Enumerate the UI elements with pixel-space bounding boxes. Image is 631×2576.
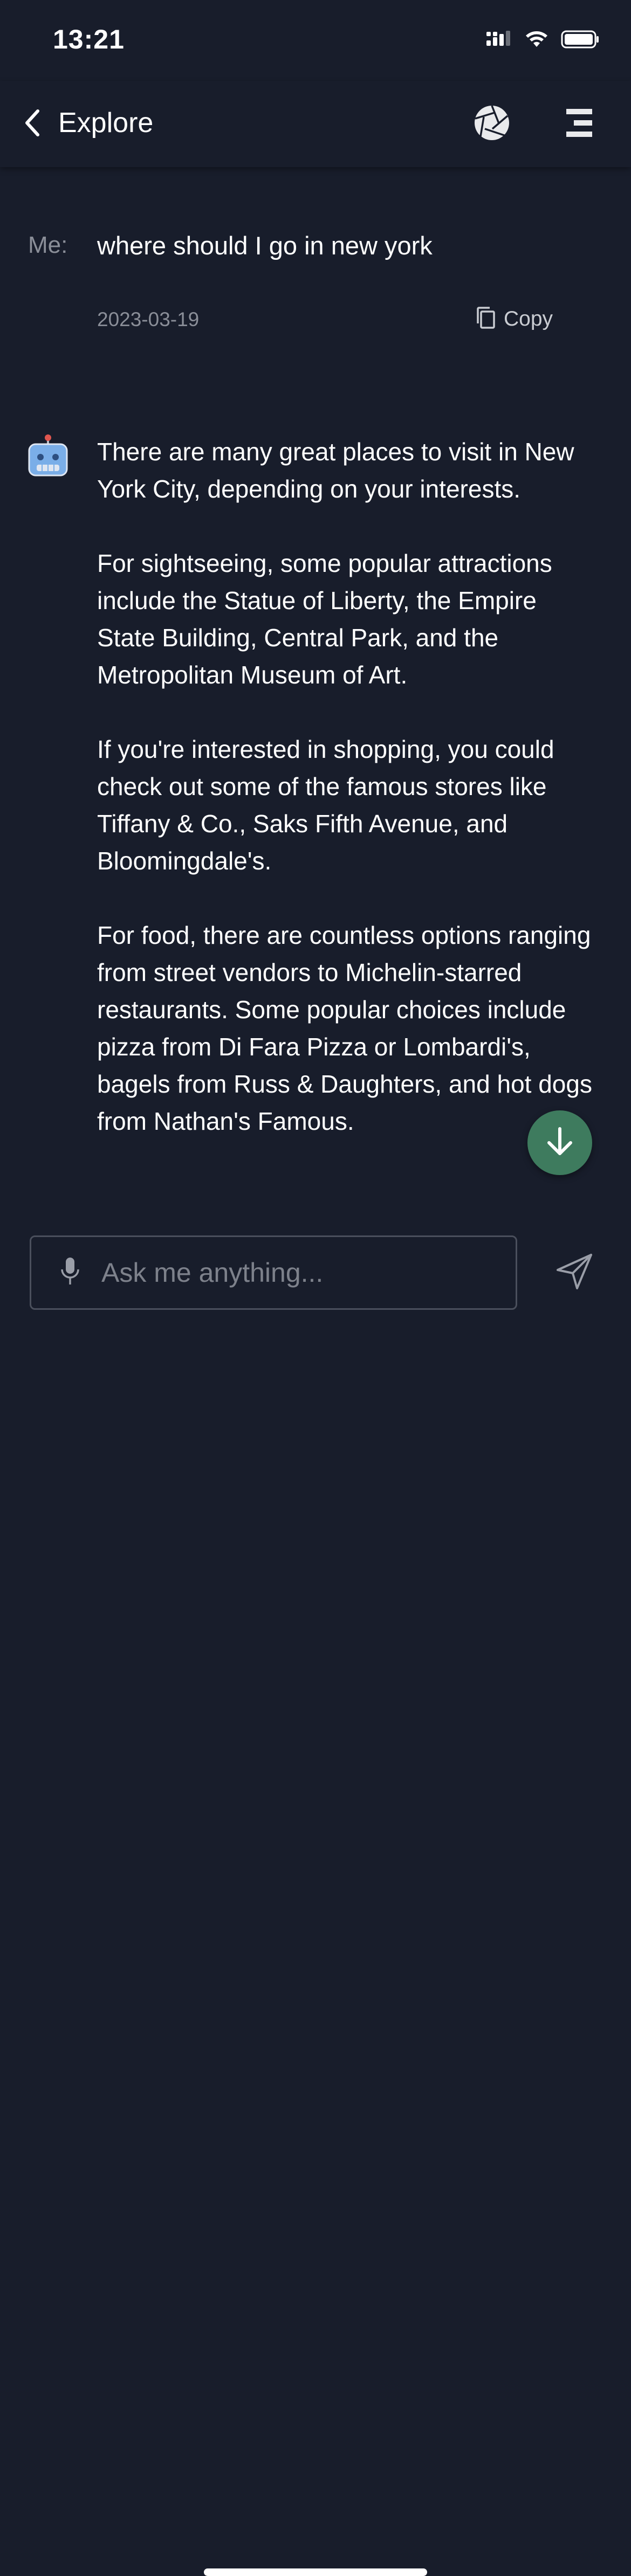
user-prefix: Me: (28, 232, 68, 258)
mic-button[interactable] (54, 1256, 86, 1289)
status-icons (485, 27, 600, 54)
chevron-left-icon (22, 108, 43, 141)
page-title: Explore (58, 107, 154, 139)
microphone-icon (59, 1256, 81, 1289)
bot-paragraph: If you're interested in shopping, you co… (97, 735, 554, 875)
aperture-icon (474, 105, 510, 143)
bot-paragraph: For food, there are countless options ra… (97, 921, 592, 1135)
copy-icon (475, 306, 496, 333)
scroll-to-bottom-button[interactable] (527, 1110, 592, 1175)
copy-button[interactable]: Copy (475, 302, 553, 336)
chat-content[interactable]: Me: where should I go in new york 2023-0… (0, 167, 631, 1227)
bot-avatar (27, 433, 69, 479)
menu-icon (565, 108, 593, 141)
status-time: 13:21 (53, 24, 125, 54)
composer-box (30, 1235, 517, 1310)
back-button[interactable] (11, 102, 54, 146)
battery-icon (561, 30, 600, 52)
arrow-down-icon (545, 1125, 575, 1161)
bot-paragraph: There are many great places to visit in … (97, 438, 574, 503)
wifi-icon (524, 30, 549, 52)
send-icon (555, 1253, 593, 1293)
message-date: 2023-03-19 (97, 308, 200, 330)
bot-reply: There are many great places to visit in … (97, 433, 593, 1177)
aperture-button[interactable] (470, 102, 513, 146)
menu-button[interactable] (558, 102, 601, 146)
user-message: where should I go in new york (97, 231, 433, 260)
nav-bar: Explore (0, 81, 631, 167)
robot-icon (27, 434, 69, 481)
home-indicator (204, 2568, 427, 2576)
status-bar: 13:21 (0, 0, 631, 81)
send-button[interactable] (550, 1248, 599, 1297)
copy-label: Copy (504, 307, 553, 330)
ask-input[interactable] (100, 1251, 516, 1295)
signal-icon (485, 30, 512, 52)
composer-bar (0, 1227, 631, 2576)
bot-paragraph: For sightseeing, some popular attraction… (97, 549, 552, 689)
